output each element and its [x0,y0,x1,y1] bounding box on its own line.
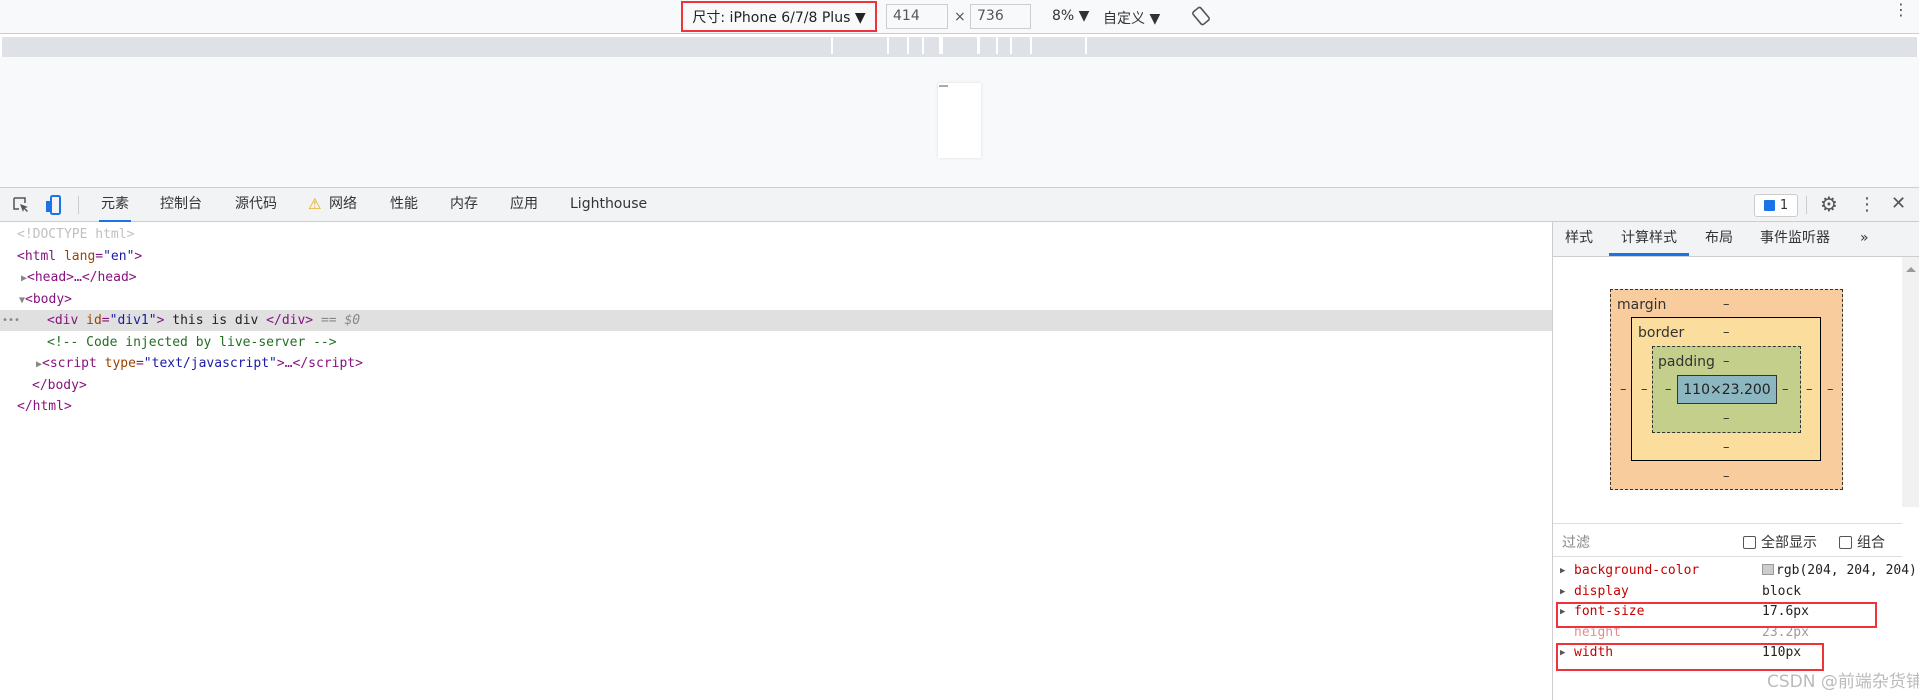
issues-button[interactable]: 1 [1754,194,1798,217]
tab-computed[interactable]: 计算样式 [1609,222,1689,256]
padding-right[interactable]: – [1782,382,1789,397]
issues-count: 1 [1779,198,1789,213]
dom-html[interactable]: <html lang="en"> [0,246,1552,267]
show-all-checkbox[interactable]: 全部显示 [1743,532,1817,552]
tab-styles[interactable]: 样式 [1565,222,1593,256]
inspect-element-icon[interactable] [12,196,30,218]
border-left[interactable]: – [1641,382,1648,397]
color-swatch [1762,564,1774,575]
tab-elements[interactable]: 元素 [99,188,131,222]
device-label: 尺寸: iPhone 6/7/8 Plus ▼ [692,9,866,26]
times-sign: × [954,9,966,25]
height-input[interactable]: 736 [970,4,1031,29]
computed-property[interactable]: ▶ background-color rgb(204, 204, 204) [1553,561,1919,581]
devtools-tabbar: 元素 控制台 源代码 ⚠ 网络 性能 内存 应用 Lighthouse 1 ⚙ … [0,187,1919,222]
expand-arrow-icon: ▶ [1560,587,1566,597]
dom-comment[interactable]: <!-- Code injected by live-server --> [0,332,1552,353]
more-menu-icon[interactable]: ⋮ [1858,194,1876,215]
padding-top[interactable]: – [1723,354,1730,369]
checkbox-icon [1743,536,1756,549]
more-tabs-icon[interactable]: » [1860,222,1869,256]
settings-gear-icon[interactable]: ⚙ [1820,192,1838,216]
elements-tree: <!DOCTYPE html> <html lang="en"> ▶<head>… [0,222,1552,700]
dom-script[interactable]: ▶<script type="text/javascript">…</scrip… [0,353,1552,374]
padding-left[interactable]: – [1665,382,1672,397]
tab-application[interactable]: 应用 [508,188,540,222]
border-bottom[interactable]: – [1723,440,1730,455]
dom-div-selected[interactable]: ••• <div id="div1"> this is div </div> ==… [0,310,1552,331]
computed-sidebar: 样式 计算样式 布局 事件监听器 » 110×23.200 margin bor… [1552,222,1919,700]
sidebar-tabs: 样式 计算样式 布局 事件监听器 » [1553,222,1919,257]
scroll-up-icon [1906,267,1916,272]
device-selector[interactable]: 尺寸: iPhone 6/7/8 Plus ▼ [681,1,877,32]
computed-property[interactable]: ▶ display block [1553,582,1919,602]
close-devtools-icon[interactable]: ✕ [1891,193,1906,214]
scrollbar[interactable] [1902,257,1919,507]
highlight-box-font-size [1556,602,1877,628]
padding-bottom[interactable]: – [1723,411,1730,426]
dom-html-close[interactable]: </html> [0,396,1552,417]
media-query-bar[interactable] [2,37,1917,57]
margin-left[interactable]: – [1620,382,1627,397]
box-content[interactable]: 110×23.200 [1677,375,1777,404]
tab-event-listeners[interactable]: 事件监听器 [1760,222,1830,256]
warning-icon: ⚠ [308,195,322,213]
tab-lighthouse[interactable]: Lighthouse [568,188,649,222]
padding-label: padding [1658,354,1715,370]
border-top[interactable]: – [1723,325,1730,340]
checkbox-icon [1839,536,1852,549]
dom-body-close[interactable]: </body> [0,375,1552,396]
zoom-select[interactable]: 8% ▼ [1052,8,1089,24]
watermark: CSDN @前端杂货铺 [1767,672,1919,692]
rotate-icon[interactable] [1192,6,1210,30]
border-label: border [1638,325,1685,341]
dom-doctype[interactable]: <!DOCTYPE html> [0,224,1552,245]
device-preview[interactable] [938,83,981,158]
expand-arrow-icon: ▶ [1560,566,1566,576]
tab-performance[interactable]: 性能 [388,188,420,222]
margin-top[interactable]: – [1723,297,1730,312]
tab-layout[interactable]: 布局 [1705,222,1733,256]
margin-label: margin [1617,297,1667,313]
issues-icon [1763,200,1775,211]
more-options-icon[interactable]: ⋮ [1893,2,1909,18]
filter-bar: 过滤 全部显示 组合 [1553,523,1902,557]
device-toggle-icon[interactable] [44,194,62,220]
device-toolbar: 尺寸: iPhone 6/7/8 Plus ▼ 414 × 736 8% ▼ 自… [0,0,1919,34]
width-input[interactable]: 414 [886,4,948,29]
filter-input[interactable]: 过滤 [1562,532,1590,552]
dom-body[interactable]: ▼<body> [0,289,1552,310]
group-checkbox[interactable]: 组合 [1839,532,1885,552]
tab-sources[interactable]: 源代码 [233,188,279,222]
margin-bottom[interactable]: – [1723,469,1730,484]
tab-console[interactable]: 控制台 [158,188,204,222]
margin-right[interactable]: – [1827,382,1834,397]
throttle-select[interactable]: 自定义 ▼ [1103,8,1160,28]
tab-network[interactable]: 网络 [327,188,359,222]
border-right[interactable]: – [1806,382,1813,397]
tab-memory[interactable]: 内存 [448,188,480,222]
dom-head[interactable]: ▶<head>…</head> [0,267,1552,288]
